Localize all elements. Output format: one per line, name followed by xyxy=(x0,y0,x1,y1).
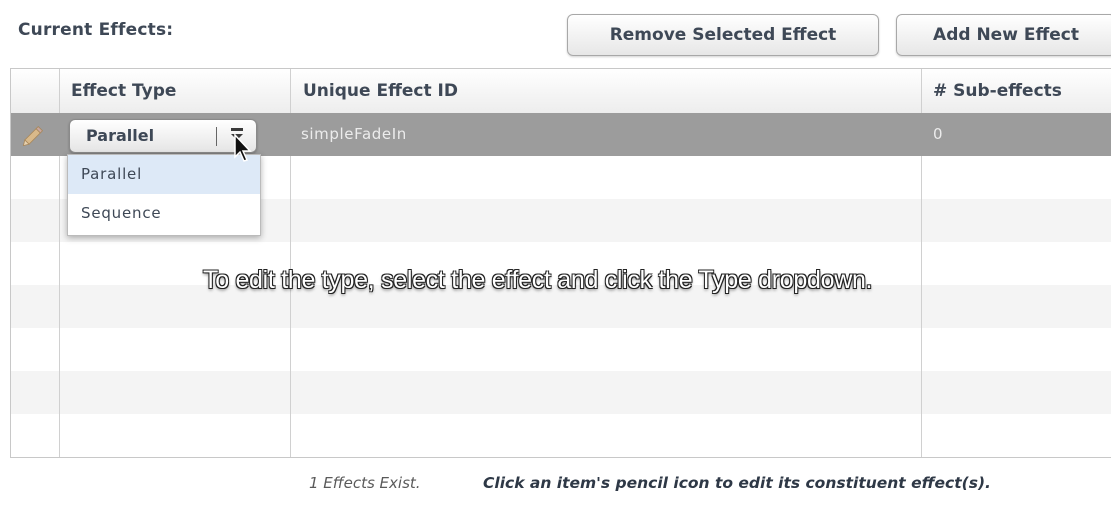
table-row[interactable]: Parallel simpleFadeIn 0 xyxy=(11,113,1111,156)
effects-panel: Current Effects: Remove Selected Effect … xyxy=(0,0,1111,505)
column-header-sub-effects[interactable]: # Sub-effects xyxy=(921,69,1111,113)
column-header-edit[interactable] xyxy=(11,69,59,113)
select-separator xyxy=(216,127,217,146)
sub-effects-cell: 0 xyxy=(933,125,944,143)
dropdown-option-parallel[interactable]: Parallel xyxy=(68,155,260,194)
effects-grid: Effect Type Unique Effect ID # Sub-effec… xyxy=(10,68,1111,458)
tutorial-caption: To edit the type, select the effect and … xyxy=(203,266,873,294)
footer-hint: Click an item's pencil icon to edit its … xyxy=(483,474,991,492)
mouse-cursor-icon xyxy=(234,133,252,162)
column-header-unique-effect-id[interactable]: Unique Effect ID xyxy=(291,69,921,113)
empty-row xyxy=(11,371,1111,414)
empty-row xyxy=(11,328,1111,371)
add-new-effect-button[interactable]: Add New Effect xyxy=(896,14,1111,56)
effect-type-dropdown-menu: Parallel Sequence xyxy=(67,154,261,236)
column-header-effect-type[interactable]: Effect Type xyxy=(59,69,291,113)
dropdown-option-sequence[interactable]: Sequence xyxy=(68,194,260,233)
effects-count: 1 Effects Exist. xyxy=(309,474,421,492)
pencil-icon[interactable] xyxy=(21,122,47,148)
panel-title: Current Effects: xyxy=(18,20,174,40)
effect-id-cell: simpleFadeIn xyxy=(301,125,407,143)
effect-type-value: Parallel xyxy=(86,126,155,145)
remove-selected-effect-button[interactable]: Remove Selected Effect xyxy=(567,14,879,56)
grid-header: Effect Type Unique Effect ID # Sub-effec… xyxy=(11,69,1111,114)
empty-row xyxy=(11,414,1111,457)
effect-type-select[interactable]: Parallel xyxy=(69,119,257,153)
